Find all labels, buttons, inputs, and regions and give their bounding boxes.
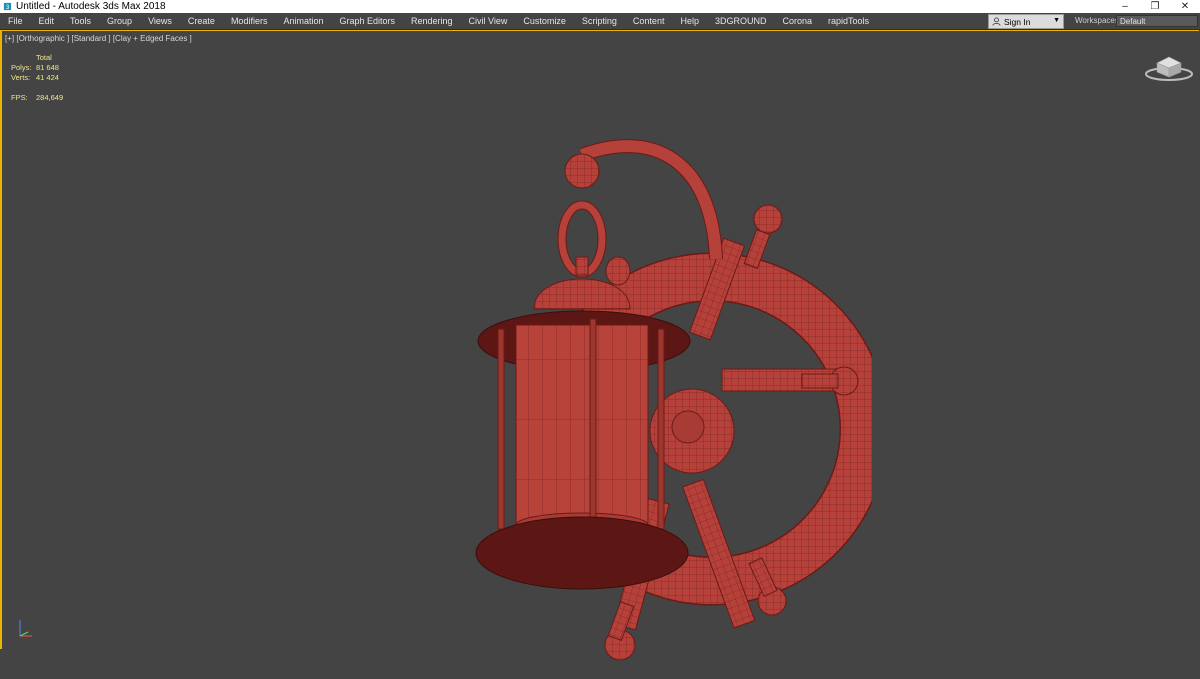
menu-edit[interactable]: Edit: [31, 13, 63, 29]
workspaces-label: Workspaces:: [1075, 16, 1122, 25]
stats-fps-value: 284,649: [36, 93, 64, 102]
lantern-model[interactable]: [472, 119, 872, 679]
restore-icon[interactable]: ❐: [1140, 0, 1170, 13]
sign-in-label: Sign In: [1004, 16, 1031, 27]
menu-create[interactable]: Create: [180, 13, 223, 29]
menu-group[interactable]: Group: [99, 13, 140, 29]
stats-verts-label: Verts:: [11, 73, 31, 82]
menu-file[interactable]: File: [0, 13, 31, 29]
menu-graph-editors[interactable]: Graph Editors: [331, 13, 403, 29]
menu-3dground[interactable]: 3DGROUND: [707, 13, 775, 29]
menu-rendering[interactable]: Rendering: [403, 13, 461, 29]
menu-views[interactable]: Views: [140, 13, 180, 29]
menu-help[interactable]: Help: [672, 13, 707, 29]
menu-scripting[interactable]: Scripting: [574, 13, 625, 29]
menu-customize[interactable]: Customize: [515, 13, 574, 29]
minimize-icon[interactable]: –: [1110, 0, 1140, 13]
user-icon: [992, 17, 1001, 26]
menu-animation[interactable]: Animation: [275, 13, 331, 29]
close-icon[interactable]: ✕: [1170, 0, 1200, 13]
axis-tripod-icon: [19, 620, 32, 637]
menu-content[interactable]: Content: [625, 13, 673, 29]
menu-civil-view[interactable]: Civil View: [461, 13, 516, 29]
app-icon: 3: [3, 2, 12, 11]
stats-total-header: Total: [36, 53, 52, 62]
window-controls: – ❐ ✕: [1110, 0, 1200, 13]
workspaces-select[interactable]: Default: [1116, 15, 1198, 27]
viewport-orthographic[interactable]: [+] [Orthographic ] [Standard ] [Clay + …: [0, 30, 1199, 661]
statistics-overlay: Total Polys: 81 648 Verts: 41 424 FPS: 284,…: [11, 53, 63, 103]
menu-modifiers[interactable]: Modifiers: [223, 13, 276, 29]
menu-tools[interactable]: Tools: [62, 13, 99, 29]
viewcube-icon[interactable]: [1145, 51, 1195, 83]
window-title: Untitled - Autodesk 3ds Max 2018: [16, 1, 166, 12]
menu-rapidtools[interactable]: rapidTools: [820, 13, 877, 29]
svg-text:3: 3: [6, 4, 10, 11]
sign-in-button[interactable]: Sign In ▼: [988, 14, 1064, 29]
stats-polys-value: 81 648: [36, 63, 59, 72]
title-bar: 3 Untitled - Autodesk 3ds Max 2018 – ❐ ✕: [0, 0, 1200, 13]
chevron-down-icon: ▼: [1053, 17, 1060, 24]
menu-corona[interactable]: Corona: [774, 13, 820, 29]
viewport-label[interactable]: [+] [Orthographic ] [Standard ] [Clay + …: [5, 34, 192, 43]
stats-polys-label: Polys:: [11, 63, 32, 72]
stats-fps-label: FPS:: [11, 93, 28, 102]
stats-verts-value: 41 424: [36, 73, 59, 82]
